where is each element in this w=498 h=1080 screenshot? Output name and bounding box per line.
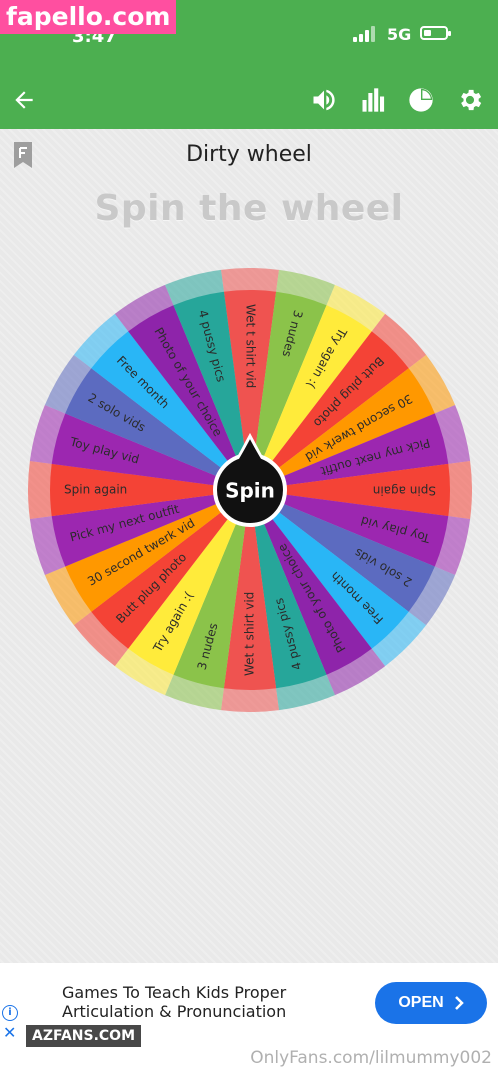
wheel-slice-label: Spin again bbox=[373, 484, 436, 498]
stats-icon[interactable] bbox=[355, 82, 391, 118]
ad-close-icon[interactable]: ✕ bbox=[3, 1023, 16, 1042]
top-watermark: fapello.com bbox=[0, 0, 177, 34]
wheel-slice-label: Wet t shirt vid bbox=[244, 304, 258, 388]
ad-line-1: Games To Teach Kids Proper bbox=[62, 983, 287, 1002]
page-subtitle: Spin the wheel bbox=[94, 188, 404, 229]
ad-info-icon[interactable]: i bbox=[2, 1005, 18, 1021]
pie-icon[interactable] bbox=[403, 82, 439, 118]
back-arrow-icon[interactable] bbox=[6, 82, 42, 118]
battery-icon bbox=[420, 26, 451, 40]
network-type: 5G bbox=[387, 25, 412, 44]
chevron-right-icon bbox=[454, 996, 464, 1010]
ad-text[interactable]: Games To Teach Kids Proper Articulation … bbox=[62, 983, 352, 1021]
wheel-title: Dirty wheel bbox=[186, 142, 312, 167]
wheel-graphic[interactable]: Wet t shirt vid 3 nudesTry again :(Butt p… bbox=[28, 268, 472, 712]
signal-icon bbox=[353, 26, 379, 42]
app-bar bbox=[0, 72, 498, 129]
wheel-slice-label: Wet t shirt vid bbox=[243, 592, 257, 676]
bottom-right-watermark: OnlyFans.com/lilmummy002 bbox=[250, 1048, 492, 1068]
ad-line-2: Articulation & Pronunciation bbox=[62, 1002, 287, 1021]
spin-wheel[interactable]: Wet t shirt vid 3 nudes Try again :(Butt p… bbox=[28, 268, 472, 712]
settings-icon[interactable] bbox=[452, 82, 488, 118]
volume-icon[interactable] bbox=[306, 82, 342, 118]
wheel-slice-label: Spin again bbox=[64, 483, 127, 497]
ad-open-label: OPEN bbox=[398, 994, 444, 1011]
spin-button-label: Spin bbox=[225, 479, 275, 503]
ad-open-button[interactable]: OPEN bbox=[375, 982, 487, 1024]
bottom-left-watermark: AZFANS.COM bbox=[26, 1025, 142, 1047]
